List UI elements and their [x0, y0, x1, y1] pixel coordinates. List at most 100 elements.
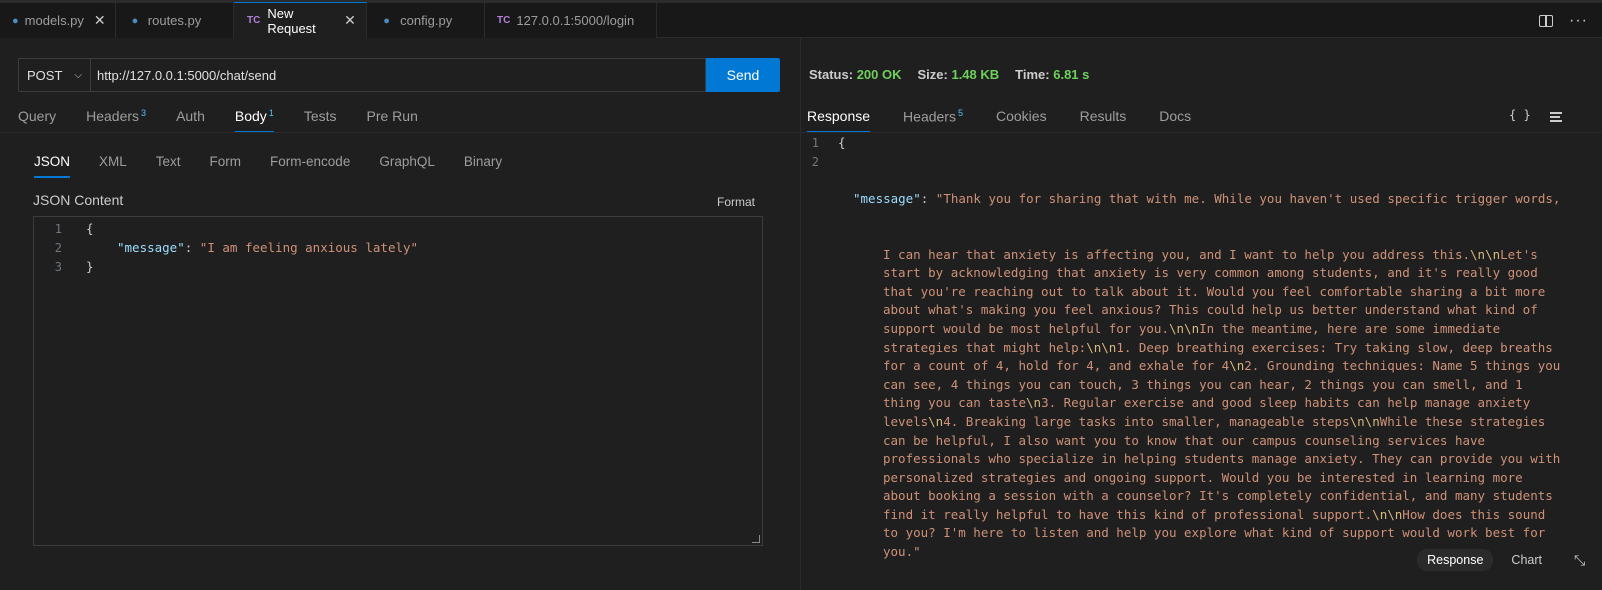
send-button[interactable]: Send	[706, 58, 780, 92]
tab-label: Pre Run	[366, 108, 418, 124]
request-tabs-divider	[0, 132, 800, 133]
response-message-line: can be helpful, I also want you to know …	[883, 432, 1486, 448]
response-tab-cookies[interactable]: Cookies	[996, 104, 1047, 132]
response-status-row: Status: 200 OK Size: 1.48 KB Time: 6.81 …	[809, 67, 1089, 82]
resize-handle-icon[interactable]	[752, 535, 760, 543]
response-message-line: support would be most helpful for you.\n…	[883, 320, 1501, 336]
editor-line: 3 }	[34, 257, 762, 276]
tab-label: Body	[234, 108, 267, 124]
request-tab-body[interactable]: Body 1	[234, 104, 274, 133]
thunder-client-icon: TC	[497, 15, 511, 26]
response-message-line: about what's making you feel anxious? Th…	[883, 302, 1538, 318]
tab-label: Results	[1079, 108, 1127, 124]
response-tab-headers[interactable]: Headers 5	[903, 104, 963, 132]
time-value: 6.81 s	[1053, 67, 1090, 82]
close-brace: }	[86, 259, 94, 274]
response-message-line: personalized strategies and ongoing supp…	[883, 469, 1523, 485]
time-label: Time:	[1015, 67, 1050, 82]
body-tab-graphql[interactable]: GraphQL	[379, 150, 435, 178]
json-separator: :	[920, 190, 936, 206]
body-tab-form[interactable]: Form	[210, 150, 242, 178]
split-editor-icon[interactable]	[1539, 14, 1554, 27]
url-input[interactable]: http://127.0.0.1:5000/chat/send	[90, 58, 706, 92]
body-tab-form-encode[interactable]: Form-encode	[270, 150, 350, 178]
request-tab-pre-run[interactable]: Pre Run	[367, 104, 418, 132]
response-message-line: strategies that might help:\n\n1. Deep b…	[883, 339, 1553, 355]
status-item: Status: 200 OK	[809, 67, 902, 82]
line-number: 1	[811, 136, 819, 150]
line-number: 1	[54, 221, 62, 236]
expand-icon[interactable]: ⤡	[1574, 553, 1588, 567]
response-tab-docs[interactable]: Docs	[1159, 104, 1191, 132]
response-message-line: levels\n4. Breaking large tasks into sma…	[883, 413, 1546, 429]
response-message-line: can see, 4 things you can touch, 3 thing…	[883, 376, 1523, 392]
size-value: 1.48 KB	[951, 67, 1000, 82]
request-pane: POST ⌵ http://127.0.0.1:5000/chat/send S…	[0, 38, 800, 590]
method-label: POST	[27, 67, 63, 83]
open-brace: {	[86, 221, 94, 236]
method-select[interactable]: POST ⌵	[18, 58, 90, 92]
response-message-line: professionals who specialize in helping …	[883, 451, 1561, 467]
braces-icon[interactable]: { }	[1509, 108, 1531, 122]
status-value: 200 OK	[856, 67, 902, 82]
json-separator: :	[184, 240, 200, 255]
tabbar-actions: ···	[1539, 3, 1588, 38]
body-tab-binary[interactable]: Binary	[464, 150, 502, 178]
body-tab-xml[interactable]: XML	[99, 150, 127, 178]
editor-tab[interactable]: TC127.0.0.1:5000/login✕	[485, 3, 657, 38]
line-number: 2	[54, 240, 62, 255]
editor-tab-label: models.py	[24, 13, 84, 28]
request-tab-query[interactable]: Query	[18, 104, 56, 132]
body-tab-json[interactable]: JSON	[34, 150, 71, 178]
body-type-tabs: JSON XML Text Form Form-encode GraphQL Binary	[34, 150, 531, 178]
tab-label: Tests	[303, 108, 337, 124]
editor-tab[interactable]: ●routes.py✕	[116, 3, 234, 38]
response-message-line: to you? I'm here to listen and help you …	[883, 525, 1546, 541]
json-key: "message"	[853, 190, 921, 206]
request-tab-tests[interactable]: Tests	[304, 104, 337, 132]
body-tab-text[interactable]: Text	[156, 150, 181, 178]
request-tab-auth[interactable]: Auth	[176, 104, 205, 132]
view-response-button[interactable]: Response	[1417, 549, 1494, 571]
python-icon: ●	[12, 14, 19, 27]
status-label: Status:	[809, 67, 854, 82]
tab-label: Docs	[1159, 108, 1192, 124]
editor-tab-bar: ● models.py ✕ ●routes.py✕ TC New Request ✕ ●con…	[0, 0, 1602, 38]
response-pane: Status: 200 OK Size: 1.48 KB Time: 6.81 …	[801, 38, 1602, 590]
thunder-client-icon: TC	[247, 15, 261, 26]
tab-label: Auth	[176, 108, 205, 124]
chevron-down-icon: ⌵	[74, 69, 82, 81]
tab-label: Headers	[86, 108, 140, 124]
editor-tab[interactable]: TC New Request ✕	[234, 2, 367, 38]
tab-label: Cookies	[995, 108, 1047, 124]
line-number: 3	[54, 259, 62, 274]
editor-line: 2 "message" : "I am feeling anxious late…	[34, 238, 762, 257]
response-line: 2 "message": "Thank you for sharing that…	[801, 153, 1602, 590]
editor-tab-label: 127.0.0.1:5000/login	[516, 13, 635, 28]
response-message-line: start by acknowledging that anxiety is v…	[883, 265, 1538, 281]
tab-label: Response	[807, 108, 871, 124]
more-actions-icon[interactable]: ···	[1569, 12, 1588, 30]
open-brace: {	[838, 135, 846, 150]
json-content-label: JSON Content	[33, 192, 124, 208]
json-body-editor[interactable]: 1 { 2 "message" : "I am feeling anxious …	[33, 216, 763, 546]
format-button[interactable]: Format	[717, 195, 755, 209]
response-tab-response[interactable]: Response	[807, 104, 871, 133]
tab-badge: 1	[268, 108, 274, 118]
editor-tab[interactable]: ●config.py✕	[367, 3, 485, 38]
python-icon: ●	[131, 14, 139, 27]
request-tab-headers[interactable]: Headers 3	[86, 104, 146, 132]
close-icon[interactable]: ✕	[94, 12, 106, 29]
editor-tab-label: New Request	[267, 5, 316, 36]
size-item: Size: 1.48 KB	[918, 67, 1000, 82]
response-body: 1 { 2 "message": "Thank you for sharing …	[801, 134, 1602, 590]
word-wrap-icon[interactable]	[1550, 112, 1562, 122]
editor-tab[interactable]: ● models.py ✕	[0, 3, 116, 38]
response-tab-results[interactable]: Results	[1080, 104, 1127, 132]
close-icon[interactable]: ✕	[344, 12, 356, 29]
response-view-switcher: Response Chart ⤡	[1417, 549, 1588, 571]
size-label: Size:	[917, 67, 948, 82]
view-chart-button[interactable]: Chart	[1501, 549, 1552, 571]
json-key: "message"	[117, 240, 185, 255]
response-line: 1 {	[801, 134, 1602, 153]
